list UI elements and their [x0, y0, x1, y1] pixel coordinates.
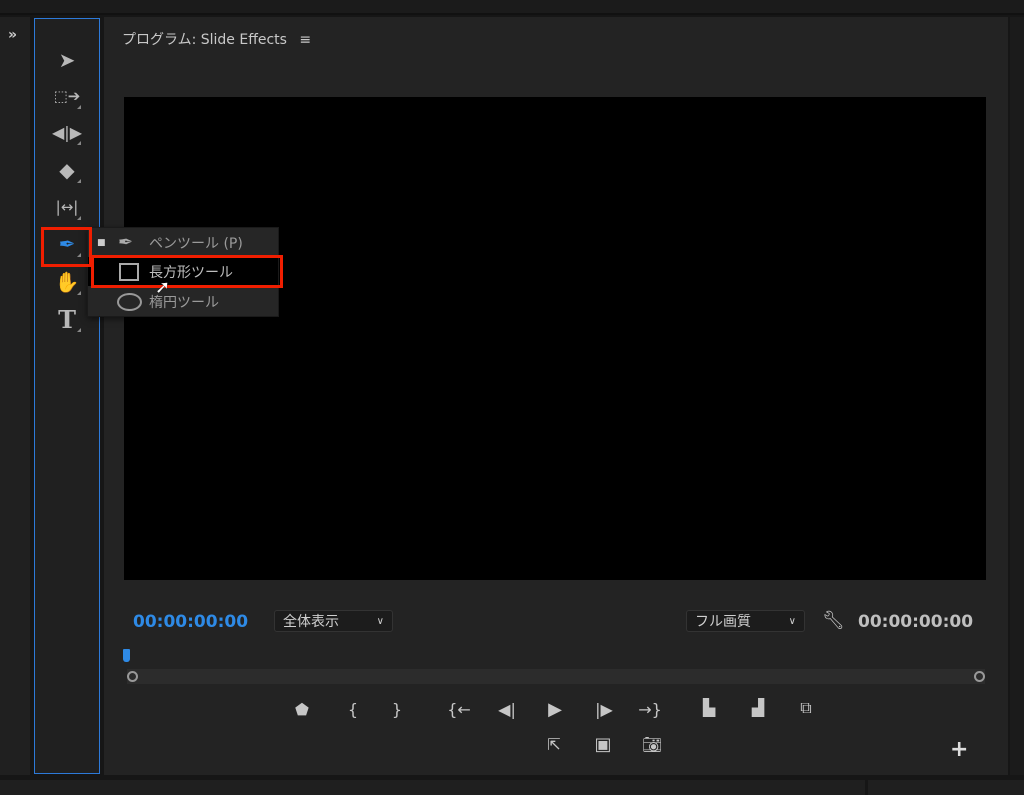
type-icon: T [58, 304, 76, 334]
menu-item-ellipse-tool[interactable]: 楕円ツール [88, 287, 278, 316]
arrow-icon: ➤ [58, 48, 76, 72]
bottom-panel [0, 780, 865, 795]
video-preview[interactable] [124, 97, 986, 580]
duration-timecode: 00:00:00:00 [858, 612, 974, 632]
razor-icon: ◆ [59, 158, 75, 182]
lift-button[interactable]: ▙ [697, 698, 721, 717]
panel-title[interactable]: プログラム: Slide Effects ≡ [122, 29, 311, 49]
wrench-icon[interactable]: 🔧︎ [822, 610, 845, 631]
playback-resolution-select[interactable]: フル画質 ∨ [686, 610, 805, 632]
hand-icon: ✋ [54, 270, 80, 294]
safe-margins-button[interactable]: ▣ [591, 734, 615, 755]
ripple-edit-tool[interactable]: ◀|▶ [50, 117, 84, 147]
add-marker-button[interactable]: ⬟ [290, 700, 314, 719]
menu-item-pen-tool[interactable]: ■ ✒ ペンツール (P) [88, 228, 278, 257]
double-chevron-right-icon[interactable]: » [8, 27, 17, 43]
scroll-handle-left[interactable] [127, 671, 138, 682]
slip-icon: |↔| [55, 198, 79, 216]
menu-item-label: ペンツール (P) [149, 235, 243, 252]
selection-tool[interactable]: ➤ [50, 45, 84, 75]
hand-tool[interactable]: ✋ [50, 267, 84, 297]
resolution-value: フル画質 [695, 614, 751, 630]
export-frame-button[interactable]: ⇱ [542, 735, 566, 754]
slip-tool[interactable]: |↔| [50, 192, 84, 222]
type-tool[interactable]: T [50, 304, 84, 334]
play-button[interactable]: ▶ [543, 699, 567, 720]
tools-panel: ➤ ⬚➔ ◀|▶ ◆ |↔| ✒ ✋ T [34, 18, 100, 774]
panel-title-text: プログラム: Slide Effects [122, 32, 287, 48]
mark-in-button[interactable]: { [341, 700, 365, 719]
ripple-icon: ◀|▶ [52, 122, 82, 142]
chevron-down-icon: ∨ [788, 615, 796, 627]
scroll-handle-right[interactable] [974, 671, 985, 682]
right-panel-edge [1010, 17, 1024, 775]
step-forward-button[interactable]: |▶ [592, 700, 616, 719]
rectangle-tool-highlight-box [91, 255, 283, 288]
camera-icon[interactable]: 📷︎ [640, 735, 664, 754]
chevron-down-icon: ∨ [376, 615, 384, 627]
bottom-panel-right [868, 780, 1024, 795]
mouse-cursor-icon: ➚ [155, 277, 171, 298]
selected-indicator-icon: ■ [97, 237, 106, 248]
hamburger-icon[interactable]: ≡ [299, 32, 311, 48]
pen-tool-highlight-box [41, 227, 92, 267]
zoom-level-value: 全体表示 [283, 614, 339, 630]
current-timecode[interactable]: 00:00:00:00 [133, 612, 248, 632]
track-select-tool[interactable]: ⬚➔ [50, 81, 84, 111]
left-collapsed-panel [0, 17, 30, 775]
go-to-in-button[interactable]: {← [447, 700, 471, 719]
extract-button[interactable]: ▟ [746, 698, 770, 717]
pen-icon: ✒ [118, 232, 134, 253]
top-bar [0, 0, 1024, 15]
mark-out-button[interactable]: } [385, 700, 409, 719]
zoom-scrollbar[interactable] [127, 669, 985, 684]
razor-tool[interactable]: ◆ [50, 155, 84, 185]
step-back-button[interactable]: ◀| [495, 700, 519, 719]
go-to-out-button[interactable]: →} [638, 700, 662, 719]
playhead[interactable] [123, 649, 130, 662]
zoom-level-select[interactable]: 全体表示 ∨ [274, 610, 393, 632]
ellipse-icon [117, 292, 142, 311]
compare-view-button[interactable]: ⧉ [794, 698, 818, 718]
button-editor-plus-icon[interactable]: + [950, 737, 968, 762]
track-select-icon: ⬚➔ [53, 87, 81, 105]
